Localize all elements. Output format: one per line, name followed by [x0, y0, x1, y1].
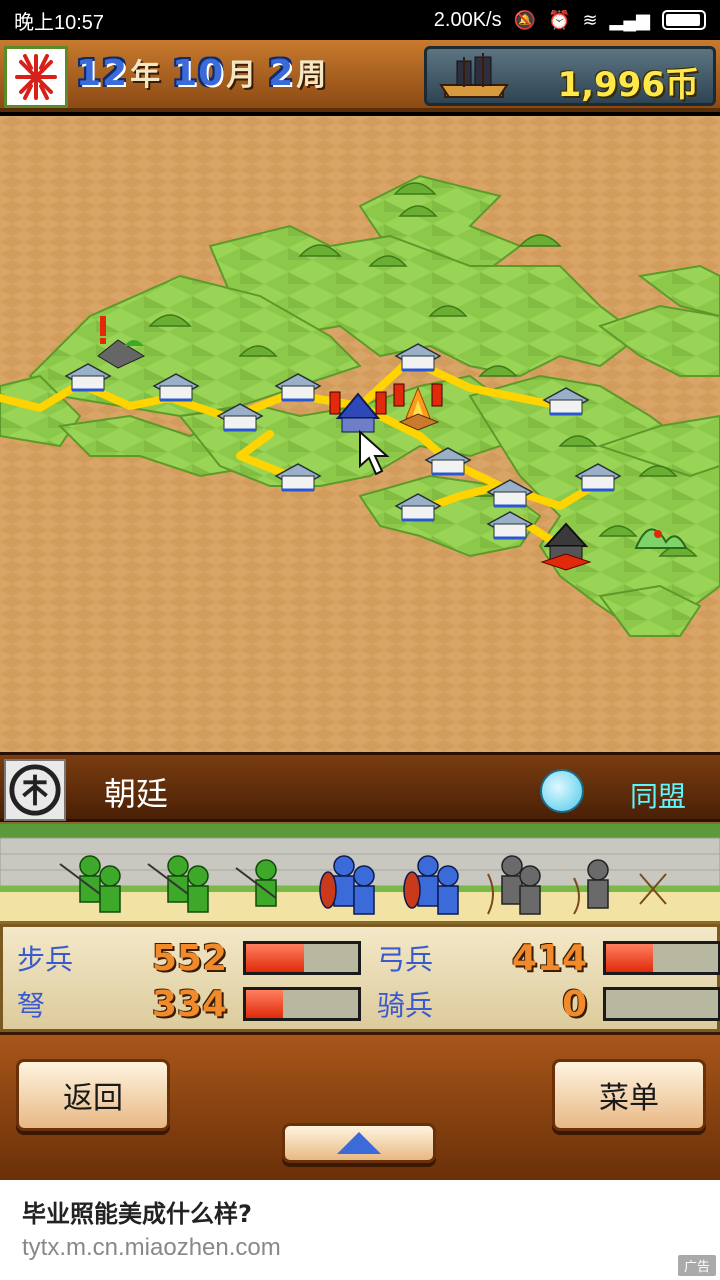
stat-archer: 弓兵 414 [377, 937, 720, 979]
stat-bar [603, 987, 720, 1021]
clan-emblem-icon [15, 54, 57, 100]
year-value: 12 [76, 53, 129, 94]
stat-crossbow: 弩 334 [17, 983, 361, 1025]
ad-banner[interactable]: 毕业照能美成什么样? tytx.m.cn.miaozhen.com 广告 [0, 1180, 720, 1280]
stat-cavalry: 骑兵 0 [377, 983, 720, 1025]
strategy-map[interactable] [0, 116, 720, 752]
stat-bar [243, 941, 361, 975]
game-date: 12 年 10 月 2 周 [76, 50, 336, 100]
stat-value: 0 [561, 983, 587, 1025]
up-arrow-icon [337, 1132, 381, 1154]
stat-label: 弩 [17, 989, 46, 1022]
faction-emblem-icon [4, 759, 66, 821]
stat-bar-fill [606, 944, 654, 972]
stat-label: 骑兵 [377, 989, 434, 1022]
stat-bar-fill [246, 990, 283, 1018]
faction-info-bar: 朝廷 同盟 [0, 752, 720, 822]
troops-banner [0, 822, 720, 924]
month-value: 10 [172, 53, 225, 94]
ship-icon [439, 53, 509, 98]
faction-name: 朝廷 [104, 775, 169, 813]
ad-url[interactable]: tytx.m.cn.miaozhen.com [22, 1234, 281, 1262]
expand-button[interactable] [282, 1123, 436, 1163]
battery-icon [662, 10, 706, 30]
year-unit: 年 [130, 58, 161, 93]
stat-infantry: 步兵 552 [17, 937, 361, 979]
troop-stats-panel: 步兵 552 弓兵 414 弩 334 骑兵 0 [0, 924, 720, 1032]
top-bar: 12 年 10 月 2 周 1,996币 [0, 40, 720, 112]
command-panel: 返回 菜单 [0, 1032, 720, 1180]
money-panel: 1,996币 [424, 46, 716, 106]
stat-bar [243, 987, 361, 1021]
month-unit: 月 [226, 58, 257, 93]
menu-button[interactable]: 菜单 [552, 1059, 706, 1131]
week-value: 2 [268, 53, 295, 94]
troops-illustration [0, 824, 720, 921]
clan-flag-button[interactable] [4, 46, 68, 108]
money-amount: 1,996币 [557, 65, 699, 105]
ad-title[interactable]: 毕业照能美成什么样? [22, 1194, 252, 1229]
signal-icon: ▂▄▆ [609, 9, 650, 30]
back-button[interactable]: 返回 [16, 1059, 170, 1131]
alliance-status: 同盟 [630, 780, 687, 813]
wifi-icon: ≋ [582, 9, 598, 30]
stat-value: 552 [151, 937, 227, 979]
ally-face-icon [540, 769, 584, 813]
stat-value: 414 [511, 937, 587, 979]
stat-value: 334 [151, 983, 227, 1025]
clock: 晚上10:57 [14, 11, 105, 34]
alarm-icon: ⏰ [548, 9, 571, 30]
status-bar: 晚上10:57 2.00K/s 🔕 ⏰ ≋ ▂▄▆ [0, 0, 720, 40]
week-unit: 周 [296, 58, 327, 93]
network-speed: 2.00K/s [433, 8, 502, 31]
mute-icon: 🔕 [513, 9, 537, 30]
ad-badge: 广告 [677, 1255, 716, 1276]
stat-label: 步兵 [17, 943, 74, 976]
stat-label: 弓兵 [377, 943, 434, 976]
stat-bar [603, 941, 720, 975]
map-canvas[interactable] [0, 116, 720, 752]
stat-bar-fill [246, 944, 305, 972]
